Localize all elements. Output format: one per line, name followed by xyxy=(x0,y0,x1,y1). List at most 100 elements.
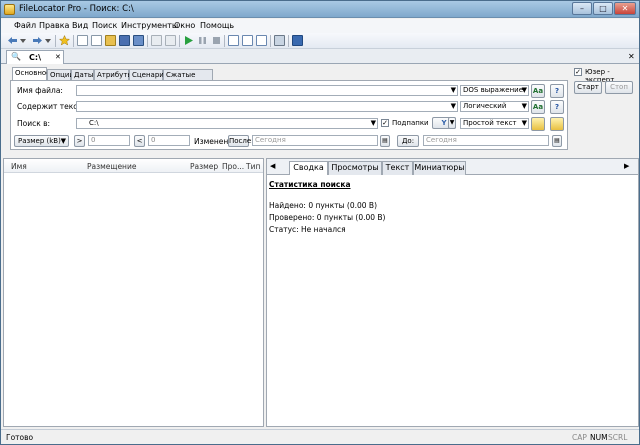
size-unit-select[interactable]: Размер (kB) ▼ xyxy=(14,135,69,147)
tab-previews[interactable]: Просмотры xyxy=(328,161,382,175)
start-icon[interactable] xyxy=(183,35,194,46)
size-less-input[interactable]: 0 xyxy=(148,135,190,146)
tab-dates[interactable]: Даты xyxy=(71,69,94,80)
forward-icon[interactable] xyxy=(32,35,43,46)
filename-input[interactable]: ▼ xyxy=(76,85,458,96)
menu-window[interactable]: Окно xyxy=(174,21,195,30)
column-size[interactable]: Размер xyxy=(190,162,218,171)
before-calendar-icon[interactable]: ▤ xyxy=(552,135,562,147)
report-pane: ◀ Сводка Просмотры Текст Миниатюры ▶ Ста… xyxy=(266,158,639,427)
back-icon[interactable] xyxy=(7,35,18,46)
column-percent[interactable]: Про... xyxy=(222,162,244,171)
print-icon[interactable] xyxy=(274,35,285,46)
filename-dropdown-icon[interactable]: ▼ xyxy=(451,86,456,95)
tab-options[interactable]: Опции xyxy=(47,69,74,80)
before-date-input[interactable]: Сегодня xyxy=(423,135,549,146)
add-folder-button[interactable] xyxy=(550,117,564,131)
tab-main[interactable]: Основное xyxy=(12,67,51,80)
search-magnifier-icon: 🔍 xyxy=(11,52,21,61)
column-location[interactable]: Размещение xyxy=(87,162,136,171)
menu-file[interactable]: Файл xyxy=(14,21,36,30)
open-folder-icon[interactable] xyxy=(105,35,116,46)
expert-mode-checkbox[interactable]: ✓ xyxy=(574,68,582,76)
menu-search[interactable]: Поиск xyxy=(92,21,117,30)
after-calendar-icon[interactable]: ▤ xyxy=(380,135,390,147)
menu-bar: Файл Правка Вид Поиск Инструменты Окно П… xyxy=(1,19,639,33)
new-from-icon[interactable] xyxy=(91,35,102,46)
tab-attributes[interactable]: Атрибуты xyxy=(94,69,133,80)
help-book-icon[interactable] xyxy=(292,35,303,46)
menu-edit[interactable]: Правка xyxy=(39,21,69,30)
report-tabs-left-icon[interactable]: ◀ xyxy=(270,162,275,170)
before-button[interactable]: До: xyxy=(397,135,419,147)
layout-3-icon[interactable] xyxy=(256,35,267,46)
tab-text[interactable]: Текст xyxy=(382,161,413,175)
tab-archives[interactable]: Сжатые файлы xyxy=(163,69,213,87)
filename-case-button[interactable]: Aa xyxy=(531,84,545,98)
column-name[interactable]: Имя xyxy=(11,162,27,171)
tab-scripts[interactable]: Сценарии xyxy=(129,69,168,80)
scroll-lock-indicator: SCRL xyxy=(608,433,628,442)
maximize-button[interactable]: □ xyxy=(593,2,613,15)
menu-tools[interactable]: Инструменты xyxy=(121,21,178,30)
after-button[interactable]: После: xyxy=(228,135,254,147)
report-found: Найдено: 0 пункты (0.00 B) xyxy=(269,201,377,210)
size-greater-input[interactable]: 0 xyxy=(88,135,130,146)
status-bar: Готово CAP NUM SCRL xyxy=(1,429,639,444)
tab-summary[interactable]: Сводка xyxy=(289,161,328,175)
modified-label: Изменен: xyxy=(194,137,231,146)
browse-folder-button[interactable] xyxy=(531,117,545,131)
new-icon[interactable] xyxy=(77,35,88,46)
contains-case-button[interactable]: Aa xyxy=(531,100,545,114)
menu-view[interactable]: Вид xyxy=(72,21,88,30)
doc-tabs-close-icon[interactable]: ✕ xyxy=(628,52,635,61)
report-tabs-right-icon[interactable]: ▶ xyxy=(624,162,629,170)
look-in-input[interactable]: C:\ ▼ xyxy=(76,118,378,129)
size-less-button[interactable]: < xyxy=(134,135,145,147)
minimize-button[interactable]: – xyxy=(572,2,592,15)
toolbar xyxy=(1,33,639,49)
start-button[interactable]: Старт xyxy=(574,81,602,94)
paste-icon[interactable] xyxy=(165,35,176,46)
text-mode-dropdown-icon: ▼ xyxy=(521,119,527,127)
size-greater-button[interactable]: > xyxy=(74,135,85,147)
results-pane[interactable]: Имя Размещение Размер Про... Тип xyxy=(3,158,264,427)
tab-thumbnails[interactable]: Миниатюры xyxy=(413,161,466,175)
back-dropdown-icon[interactable] xyxy=(18,35,29,46)
pause-icon[interactable] xyxy=(197,35,208,46)
look-in-dropdown-icon[interactable]: ▼ xyxy=(371,119,376,128)
column-type[interactable]: Тип xyxy=(246,162,260,171)
after-date-input[interactable]: Сегодня xyxy=(252,135,378,146)
num-lock-indicator: NUM xyxy=(590,433,608,442)
title-bar: FileLocator Pro - Поиск: C:\ – □ ✕ xyxy=(1,1,639,18)
stop-button[interactable]: Стоп xyxy=(605,81,633,94)
layout-1-icon[interactable] xyxy=(228,35,239,46)
menu-help[interactable]: Помощь xyxy=(200,21,234,30)
report-status: Статус: Не начался xyxy=(269,225,346,234)
filename-help-button[interactable]: ? xyxy=(550,84,564,98)
contains-dropdown-icon[interactable]: ▼ xyxy=(451,102,456,111)
report-tab-bar: ◀ Сводка Просмотры Текст Миниатюры ▶ xyxy=(267,159,638,175)
layout-2-icon[interactable] xyxy=(242,35,253,46)
stop-icon[interactable] xyxy=(211,35,222,46)
subfolders-checkbox[interactable]: ✓ xyxy=(381,119,389,127)
close-button[interactable]: ✕ xyxy=(614,2,636,15)
save-icon[interactable] xyxy=(119,35,130,46)
filename-mode-select[interactable]: DOS выражение ▼ xyxy=(460,85,529,96)
filename-label: Имя файла: xyxy=(17,86,63,95)
forward-dropdown-icon[interactable] xyxy=(43,35,54,46)
report-heading: Статистика поиска xyxy=(269,180,351,189)
favorites-star-icon[interactable] xyxy=(58,34,71,46)
results-column-header: Имя Размещение Размер Про... Тип xyxy=(4,159,263,173)
contains-mode-select[interactable]: Логический ▼ xyxy=(460,101,529,112)
filter-dropdown-icon[interactable]: ▼ xyxy=(448,117,456,129)
copy-icon[interactable] xyxy=(151,35,162,46)
text-mode-select[interactable]: Простой текст ▼ xyxy=(460,118,529,129)
doc-tab-close-icon[interactable]: ✕ xyxy=(55,53,61,61)
doc-tab-search[interactable]: 🔍 C:\ ✕ xyxy=(6,50,64,64)
app-logo-icon xyxy=(4,4,15,15)
contains-help-button[interactable]: ? xyxy=(550,100,564,114)
window-title: FileLocator Pro - Поиск: C:\ xyxy=(19,4,134,14)
contains-text-input[interactable]: ▼ xyxy=(76,101,458,112)
save-as-icon[interactable] xyxy=(133,35,144,46)
